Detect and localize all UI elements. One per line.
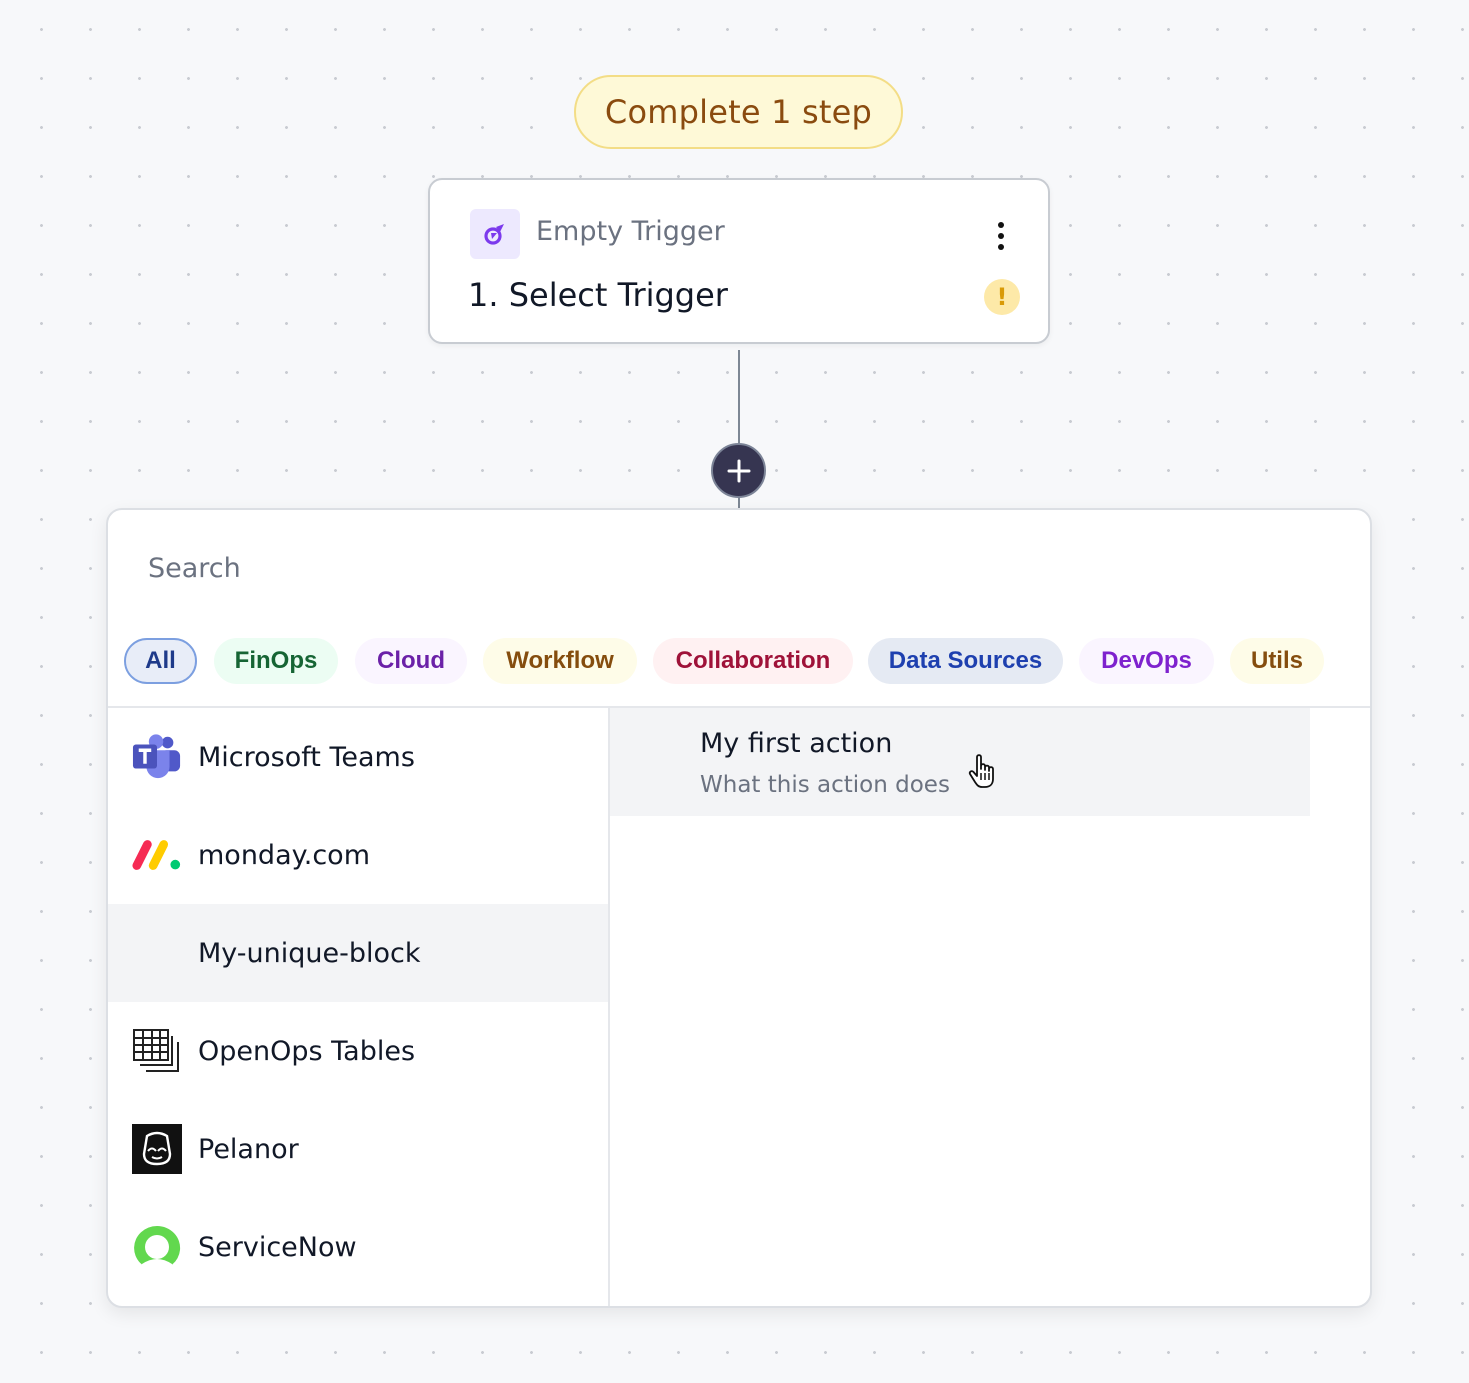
chip-cloud[interactable]: Cloud: [355, 638, 467, 684]
action-title: My first action: [700, 728, 893, 759]
block-item-pelanor[interactable]: Pelanor: [108, 1100, 608, 1198]
trigger-step-card[interactable]: Empty Trigger 1. Select Trigger !: [428, 178, 1050, 344]
action-description: What this action does: [700, 772, 950, 798]
add-step-button[interactable]: [711, 443, 766, 498]
chip-data-sources[interactable]: Data Sources: [868, 638, 1063, 684]
chip-utils[interactable]: Utils: [1230, 638, 1324, 684]
block-label: Microsoft Teams: [198, 741, 415, 773]
block-item-my-unique-block[interactable]: My-unique-block: [108, 904, 608, 1002]
action-item[interactable]: My first action What this action does: [610, 708, 1310, 816]
chip-workflow[interactable]: Workflow: [483, 638, 637, 684]
tables-icon: [132, 1026, 182, 1076]
block-label: OpenOps Tables: [198, 1035, 416, 1067]
block-item-monday[interactable]: monday.com: [108, 806, 608, 904]
complete-steps-label: Complete 1 step: [604, 93, 873, 131]
search-input[interactable]: [130, 540, 1330, 596]
chip-all[interactable]: All: [124, 638, 197, 684]
block-label: Pelanor: [198, 1133, 299, 1165]
block-item-openops-tables[interactable]: OpenOps Tables: [108, 1002, 608, 1100]
complete-steps-badge[interactable]: Complete 1 step: [574, 75, 903, 149]
chip-collaboration[interactable]: Collaboration: [653, 638, 853, 684]
chip-finops[interactable]: FinOps: [214, 638, 338, 684]
monday-logo: [132, 830, 182, 880]
plus-icon: [727, 459, 750, 482]
trigger-bolt-icon: [470, 209, 520, 259]
more-options-icon[interactable]: [986, 216, 1016, 256]
block-label: monday.com: [198, 839, 370, 871]
block-picker-panel: All FinOps Cloud Workflow Collaboration …: [106, 508, 1372, 1308]
chip-devops[interactable]: DevOps: [1079, 638, 1214, 684]
hand-pointer-cursor-icon: [968, 754, 994, 788]
trigger-subtitle: Empty Trigger: [536, 216, 725, 247]
block-label: My-unique-block: [198, 937, 421, 969]
block-label: ServiceNow: [198, 1231, 357, 1263]
warning-icon: !: [984, 279, 1020, 315]
block-item-microsoft-teams[interactable]: Microsoft Teams: [108, 708, 608, 806]
trigger-title: 1. Select Trigger: [468, 276, 728, 314]
block-item-servicenow[interactable]: ServiceNow: [108, 1198, 608, 1296]
pelanor-logo: [132, 1124, 182, 1174]
servicenow-logo: [132, 1222, 182, 1272]
microsoft-teams-logo: [132, 732, 182, 782]
